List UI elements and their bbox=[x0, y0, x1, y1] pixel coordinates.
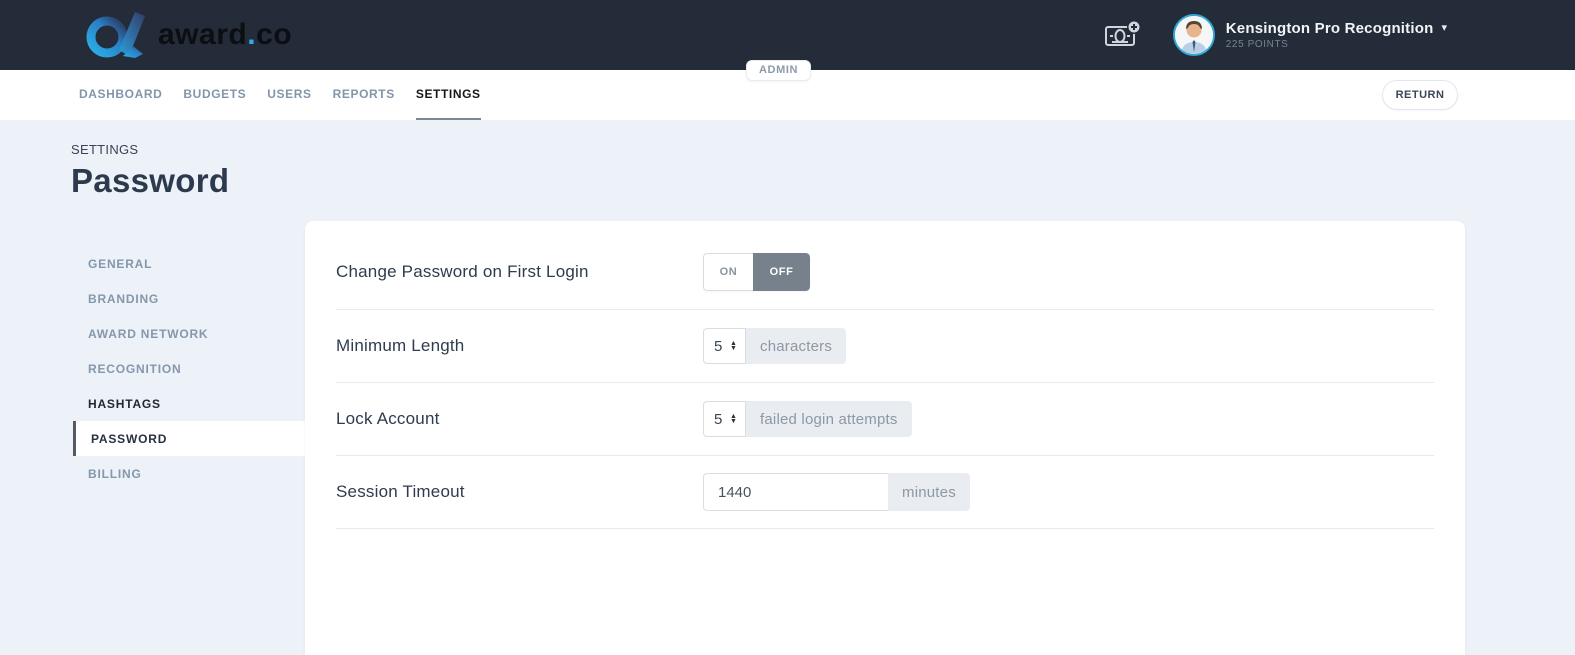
stepper-arrows-icon[interactable]: ▲▼ bbox=[730, 414, 737, 424]
session-timeout-group: minutes bbox=[703, 473, 970, 511]
setting-row-minimum-length: Minimum Length ▲▼ characters bbox=[336, 310, 1434, 383]
setting-row-session-timeout: Session Timeout minutes bbox=[336, 456, 1434, 529]
lock-account-label: Lock Account bbox=[336, 409, 703, 429]
header-actions: Kensington Pro Recognition ▾ 225 POINTS bbox=[1104, 14, 1447, 56]
setting-row-change-password: Change Password on First Login ON OFF bbox=[336, 221, 1434, 310]
nav-tab-settings[interactable]: SETTINGS bbox=[416, 70, 481, 120]
change-password-toggle[interactable]: ON OFF bbox=[703, 253, 810, 291]
sidebar-item-award-network[interactable]: AWARD NETWORK bbox=[73, 316, 305, 351]
lock-account-group: ▲▼ failed login attempts bbox=[703, 401, 912, 437]
page-heading: SETTINGS Password bbox=[71, 142, 229, 200]
minimum-length-group: ▲▼ characters bbox=[703, 328, 846, 364]
session-timeout-unit: minutes bbox=[888, 473, 970, 511]
account-menu[interactable]: Kensington Pro Recognition ▾ 225 POINTS bbox=[1173, 14, 1447, 56]
awardco-logo-text: award.co bbox=[158, 18, 292, 52]
user-avatar[interactable] bbox=[1173, 14, 1215, 56]
sidebar-item-branding[interactable]: BRANDING bbox=[73, 281, 305, 316]
page-title: Password bbox=[71, 162, 229, 200]
admin-badge: ADMIN bbox=[746, 60, 811, 81]
lock-account-input[interactable] bbox=[714, 411, 728, 428]
nav-tab-users[interactable]: USERS bbox=[267, 70, 311, 120]
sidebar-item-general[interactable]: GENERAL bbox=[73, 246, 305, 281]
session-timeout-input[interactable] bbox=[703, 473, 888, 511]
change-password-label: Change Password on First Login bbox=[336, 262, 703, 282]
password-settings-card: Change Password on First Login ON OFF Mi… bbox=[305, 221, 1465, 655]
nav-tab-dashboard[interactable]: DASHBOARD bbox=[79, 70, 162, 120]
lock-account-unit: failed login attempts bbox=[746, 401, 912, 437]
awardco-logo-icon bbox=[83, 10, 149, 60]
settings-sidebar: GENERAL BRANDING AWARD NETWORK RECOGNITI… bbox=[73, 246, 305, 491]
account-info: Kensington Pro Recognition ▾ 225 POINTS bbox=[1226, 20, 1447, 50]
account-name: Kensington Pro Recognition bbox=[1226, 20, 1434, 37]
sidebar-item-password[interactable]: PASSWORD bbox=[73, 421, 305, 456]
nav-tab-budgets[interactable]: BUDGETS bbox=[183, 70, 246, 120]
session-timeout-label: Session Timeout bbox=[336, 482, 703, 502]
stepper-arrows-icon[interactable]: ▲▼ bbox=[730, 341, 737, 351]
minimum-length-stepper[interactable]: ▲▼ bbox=[703, 328, 746, 364]
sidebar-item-billing[interactable]: BILLING bbox=[73, 456, 305, 491]
awardco-logo[interactable]: award.co bbox=[83, 10, 292, 60]
sidebar-item-hashtags[interactable]: HASHTAGS bbox=[73, 386, 305, 421]
return-button[interactable]: RETURN bbox=[1382, 80, 1458, 110]
minimum-length-unit: characters bbox=[746, 328, 846, 364]
password-settings-page: award.co bbox=[0, 0, 1575, 655]
minimum-length-input[interactable] bbox=[714, 338, 728, 355]
chevron-down-icon: ▾ bbox=[1441, 23, 1447, 34]
toggle-off-option[interactable]: OFF bbox=[753, 253, 810, 291]
toggle-on-option[interactable]: ON bbox=[703, 253, 753, 291]
minimum-length-label: Minimum Length bbox=[336, 336, 703, 356]
sidebar-item-recognition[interactable]: RECOGNITION bbox=[73, 351, 305, 386]
setting-row-lock-account: Lock Account ▲▼ failed login attempts bbox=[336, 383, 1434, 456]
account-points: 225 POINTS bbox=[1226, 39, 1447, 50]
nav-tab-reports[interactable]: REPORTS bbox=[333, 70, 395, 120]
lock-account-stepper[interactable]: ▲▼ bbox=[703, 401, 746, 437]
breadcrumb: SETTINGS bbox=[71, 142, 229, 157]
add-points-icon[interactable] bbox=[1104, 19, 1142, 51]
